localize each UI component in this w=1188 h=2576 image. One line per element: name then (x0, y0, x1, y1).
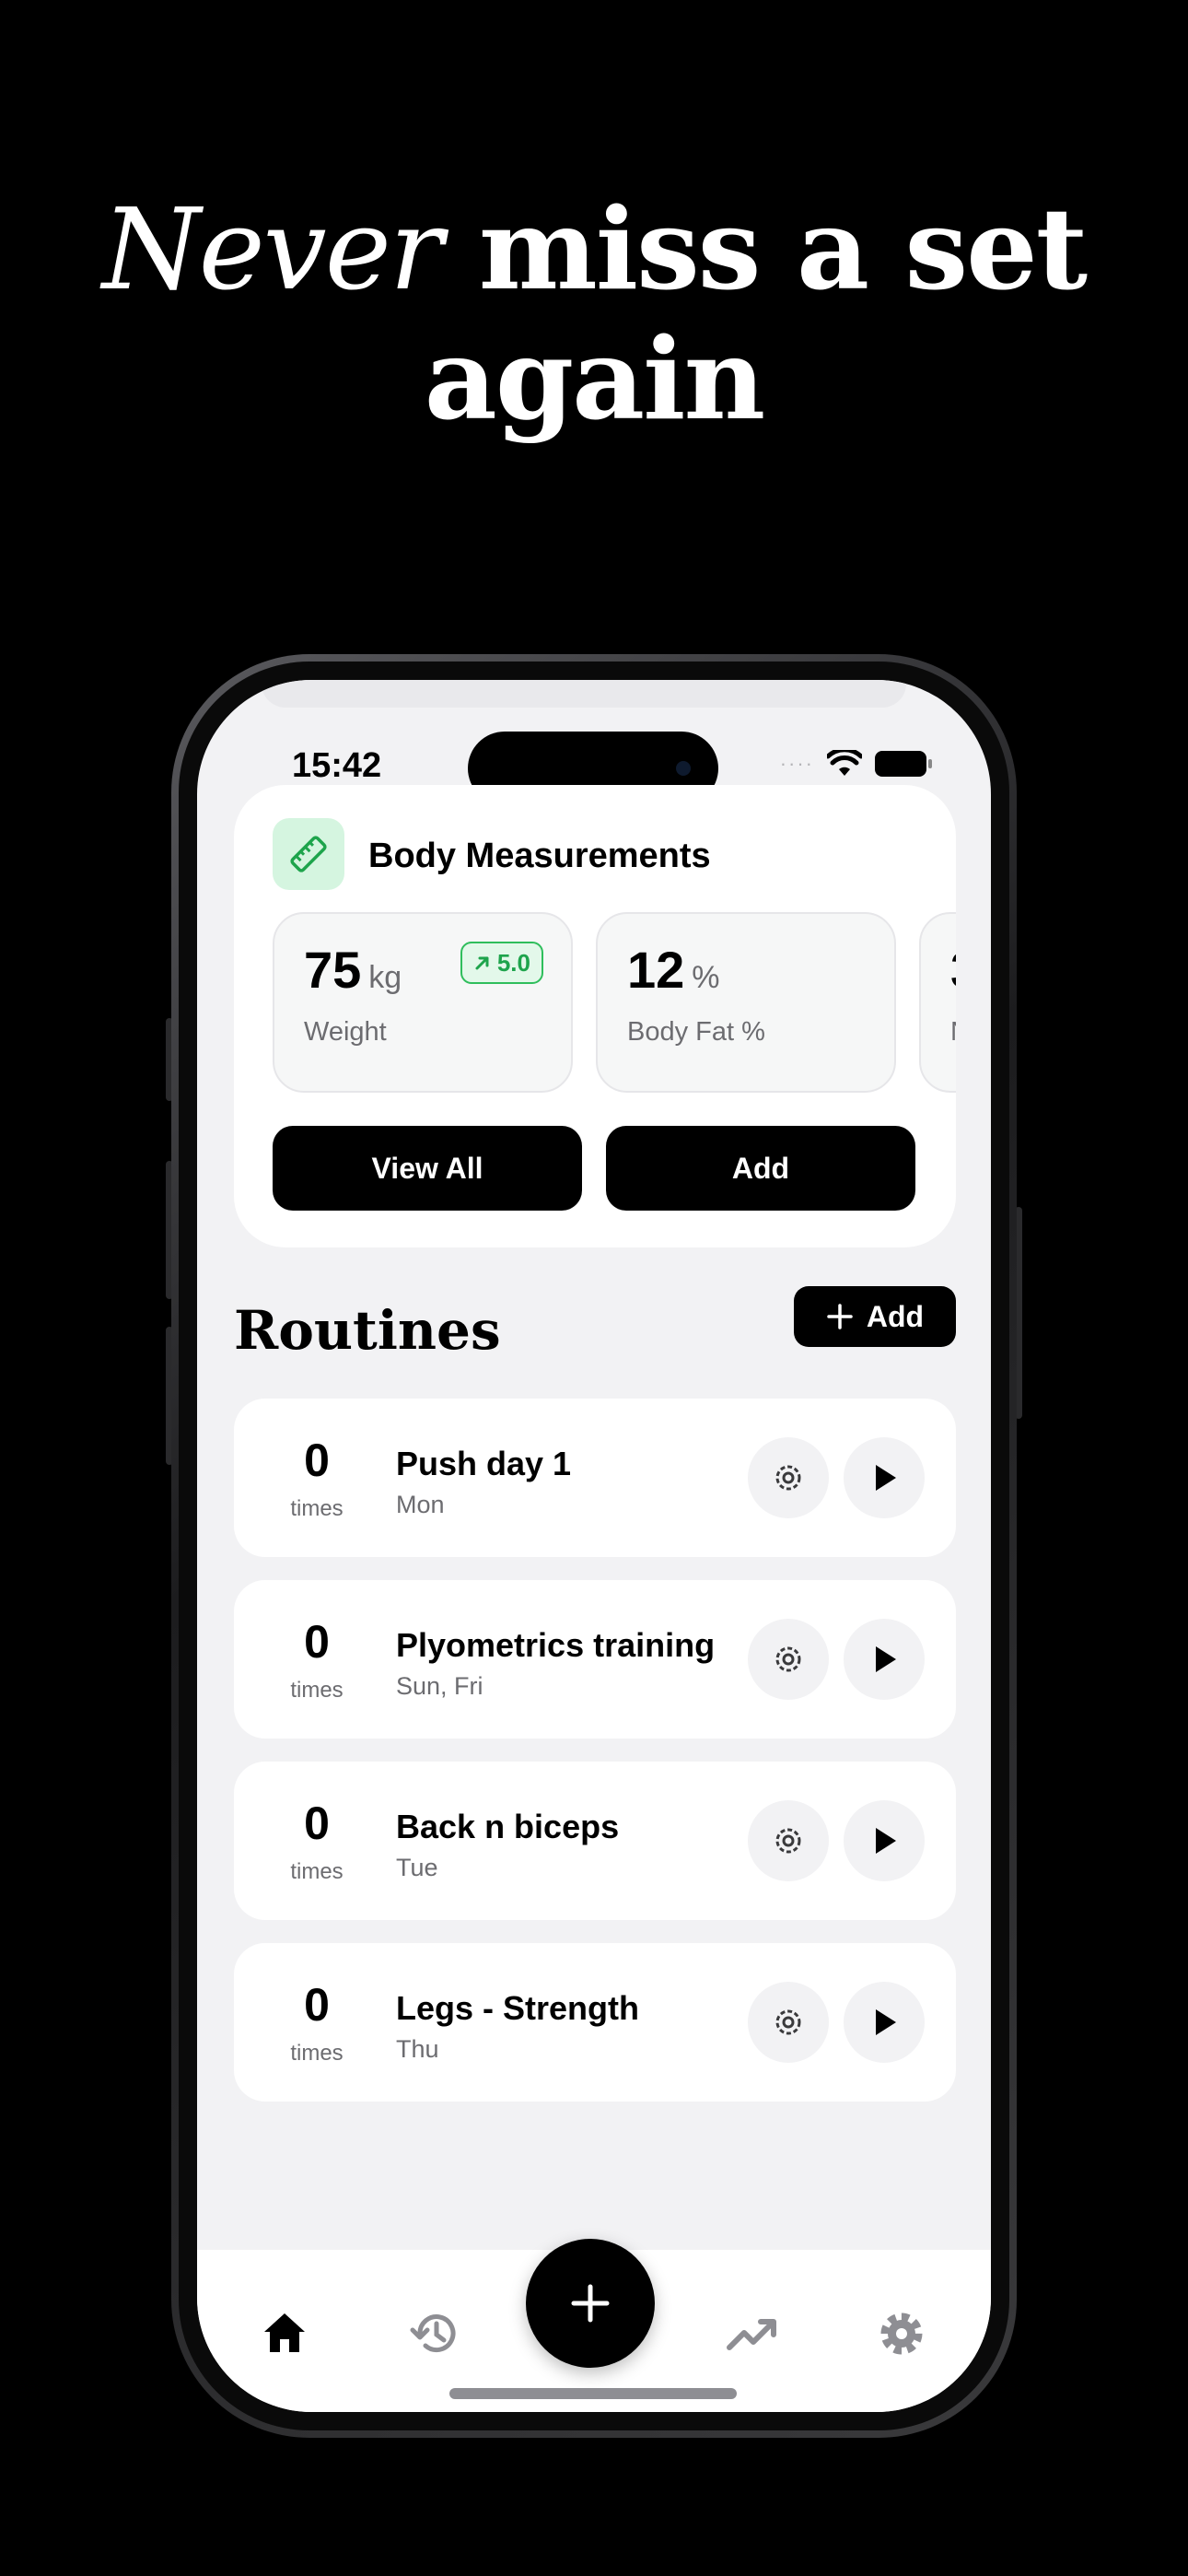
gear-icon (775, 2009, 801, 2035)
start-workout-button[interactable] (526, 2239, 655, 2368)
play-icon (876, 1465, 896, 1491)
routine-count: 0 (304, 1797, 330, 1849)
routine-card[interactable]: 0 times Back n biceps Tue (234, 1762, 956, 1920)
status-time: 15:42 (292, 746, 382, 785)
routine-settings-button[interactable] (748, 1437, 829, 1518)
metric-value-partial: 3 (950, 940, 956, 1000)
headline-emphasis: Never (101, 184, 443, 315)
metric-number: 12 (627, 941, 685, 999)
body-measurements-title: Body Measurements (368, 837, 711, 875)
view-all-button[interactable]: View All (273, 1126, 582, 1211)
plus-icon (827, 1304, 853, 1329)
settings-icon (880, 2313, 923, 2355)
tab-progress[interactable] (720, 2301, 785, 2366)
routines-title: Routines (234, 1299, 501, 1362)
routine-days: Mon (396, 1491, 445, 1518)
headline: Never miss a set again (0, 184, 1188, 443)
metric-number: 75 (304, 941, 362, 999)
routine-days: Sun, Fri (396, 1672, 483, 1700)
metric-card-partial[interactable]: 3 N (919, 912, 956, 1093)
routine-card[interactable]: 0 times Legs - Strength Thu (234, 1943, 956, 2102)
gear-icon (775, 1646, 801, 1672)
routine-count-label: times (290, 2041, 344, 2066)
metric-card-body-fat[interactable]: 12% Body Fat % (596, 912, 896, 1093)
add-routine-label: Add (866, 1299, 925, 1333)
routine-count: 0 (304, 1979, 330, 2031)
routine-name: Back n biceps (396, 1808, 620, 1845)
routine-card[interactable]: 0 times Push day 1 Mon (234, 1399, 956, 1557)
history-icon (410, 2314, 456, 2353)
home-indicator (449, 2388, 737, 2399)
body-measurements-card: Body Measurements 75 kg 5.0 Weight 12 % … (234, 785, 956, 1247)
routine-name: Legs - Strength (396, 1989, 640, 2027)
metric-value-weight: 75 kg (304, 940, 402, 1000)
delta-value: 5.0 (496, 948, 530, 977)
routine-count-label: times (290, 1678, 344, 1703)
routine-play-button[interactable] (844, 1800, 925, 1881)
metric-label: Body Fat % (627, 1017, 765, 1047)
wifi-icon (827, 750, 862, 776)
routine-days: Tue (396, 1854, 438, 1881)
add-measurement-button[interactable]: Add (606, 1126, 915, 1211)
add-routine-button[interactable]: Add (794, 1286, 956, 1347)
routine-name: Plyometrics training (396, 1626, 716, 1664)
routine-settings-button[interactable] (748, 1800, 829, 1881)
metric-value-body-fat: 12% (627, 940, 720, 1000)
delta-badge: 5.0 (460, 942, 543, 984)
phone-frame: 15:42 ···· Body Measurements 75 kg 5.0 W… (171, 654, 1017, 2438)
app-screen: 15:42 ···· Body Measurements 75 kg 5.0 W… (197, 680, 991, 2412)
add-icon (571, 2284, 610, 2323)
arrow-up-right-icon (475, 956, 489, 970)
camera-icon (676, 761, 691, 776)
metric-unit: % (692, 960, 720, 995)
home-icon (264, 2313, 305, 2352)
metric-unit: kg (368, 960, 402, 995)
routine-play-button[interactable] (844, 1437, 925, 1518)
routine-count: 0 (304, 1616, 330, 1668)
gear-icon (775, 1465, 801, 1491)
routine-count-label: times (290, 1859, 344, 1884)
play-icon (876, 1646, 896, 1672)
metric-label: Weight (304, 1017, 387, 1047)
tab-home[interactable] (252, 2301, 317, 2366)
routine-count-label: times (290, 1496, 344, 1521)
routine-count: 0 (304, 1434, 330, 1486)
metric-number: 3 (950, 941, 956, 999)
battery-icon (875, 751, 932, 777)
routine-settings-button[interactable] (748, 1982, 829, 2063)
trending-icon (727, 2319, 776, 2350)
headline-line2: again (424, 312, 765, 445)
ruler-icon (273, 818, 344, 890)
gear-icon (775, 1828, 801, 1854)
cellular-icon: ···· (779, 752, 814, 775)
play-icon (876, 1828, 896, 1854)
status-icons: ···· (779, 750, 932, 778)
tab-settings[interactable] (869, 2301, 934, 2366)
routine-play-button[interactable] (844, 1619, 925, 1700)
routine-name: Push day 1 (396, 1445, 572, 1482)
tab-history[interactable] (404, 2301, 469, 2366)
headline-line1: miss a set (441, 182, 1088, 315)
routine-days: Thu (396, 2035, 439, 2063)
play-icon (876, 2009, 896, 2035)
routine-settings-button[interactable] (748, 1619, 829, 1700)
metric-card-weight[interactable]: 75 kg 5.0 Weight (273, 912, 573, 1093)
metric-label: N (950, 1017, 956, 1048)
routine-card[interactable]: 0 times Plyometrics training Sun, Fri (234, 1580, 956, 1739)
routine-play-button[interactable] (844, 1982, 925, 2063)
top-peek (262, 680, 906, 708)
